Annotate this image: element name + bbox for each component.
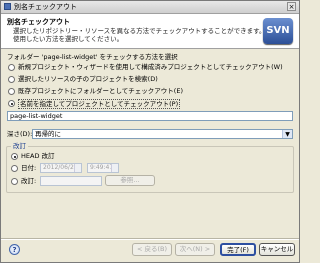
chevron-down-icon[interactable]: ▼ (282, 130, 292, 138)
page-description: 選択したリポジトリー・リソースを異なる方法でチェックアウトすることができます。 … (13, 27, 266, 43)
radio-find-child-projects-label[interactable]: 選択したリソースの子のプロジェクトを検索(D) (18, 75, 158, 83)
revision-number-input (40, 176, 102, 186)
finish-button[interactable]: 完了(F) (220, 243, 256, 256)
time-picker: 9:49:47 (87, 163, 119, 173)
radio-checkout-into-existing[interactable] (8, 88, 15, 95)
window-title: 別名チェックアウト (14, 3, 77, 11)
date-picker-value: 2012/06/26 (43, 164, 78, 171)
radio-head-revision[interactable] (11, 153, 18, 160)
depth-select-value: 再帰的に (35, 130, 61, 138)
close-button[interactable]: × (287, 2, 296, 11)
revision-group-label: 改訂 (11, 142, 28, 150)
cancel-button[interactable]: キャンセル (259, 243, 295, 256)
time-picker-value: 9:49:47 (90, 164, 114, 171)
depth-select[interactable]: 再帰的に ▼ (32, 129, 293, 139)
radio-checkout-with-name[interactable] (8, 100, 15, 107)
project-name-input[interactable]: page-list-widget (7, 111, 293, 121)
back-button: < 戻る(B) (132, 243, 172, 256)
app-icon (4, 3, 11, 10)
description-line-2: 使用したい方法を選択してください。 (13, 35, 124, 43)
radio-date-label[interactable]: 日付: (21, 164, 36, 172)
checkout-as-dialog: 別名チェックアウト × 別名チェックアウト 選択したリポジトリー・リソースを異な… (0, 0, 300, 263)
radio-revision[interactable] (11, 178, 18, 185)
title-bar: 別名チェックアウト × (1, 1, 299, 14)
page-title: 別名チェックアウト (7, 18, 70, 26)
radio-revision-label[interactable]: 改訂: (21, 177, 36, 185)
radio-new-project-wizard[interactable] (8, 64, 15, 71)
checkout-method-heading: フォルダー 'page-list-widget' をチェックする方法を選択 (7, 53, 178, 61)
radio-date[interactable] (11, 165, 18, 172)
radio-find-child-projects[interactable] (8, 76, 15, 83)
next-button: 次へ(N) > (175, 243, 215, 256)
date-spinner-icon (74, 164, 81, 172)
description-line-1: 選択したリポジトリー・リソースを異なる方法でチェックアウトすることができます。 (13, 27, 266, 35)
date-picker: 2012/06/26 (40, 163, 82, 173)
svn-logo: SVN (263, 18, 293, 44)
button-bar-separator (1, 238, 299, 240)
help-icon[interactable]: ? (9, 244, 20, 255)
wizard-header: 別名チェックアウト 選択したリポジトリー・リソースを異なる方法でチェックアウトす… (1, 14, 299, 49)
time-spinner-icon (111, 164, 118, 172)
radio-new-project-wizard-label[interactable]: 新規プロジェクト・ウィザードを使用して構成済みプロジェクトとしてチェックアウト(… (18, 63, 283, 71)
radio-checkout-with-name-label[interactable]: 名前を指定してプロジェクトとしてチェックアウト(P) (18, 99, 181, 109)
depth-label: 深さ(D): (7, 130, 33, 138)
radio-checkout-into-existing-label[interactable]: 既存プロジェクトにフォルダーとしてチェックアウト(E) (18, 87, 183, 95)
browse-button: 参照... (105, 175, 155, 186)
radio-head-revision-label[interactable]: HEAD 改訂 (21, 152, 55, 160)
